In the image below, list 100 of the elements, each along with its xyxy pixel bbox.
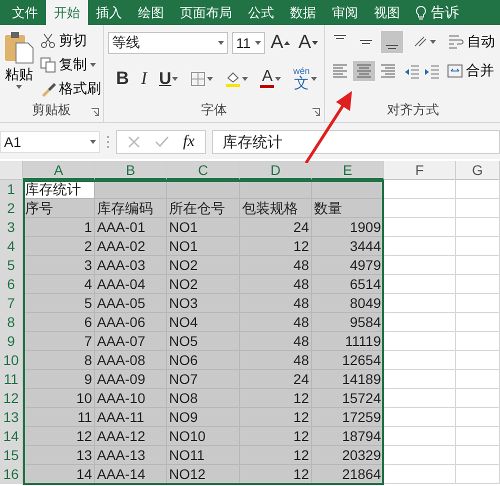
ribbon-tab[interactable]: 数据: [282, 0, 324, 25]
table-cell: AAA-01: [95, 218, 167, 237]
table-cell: 12: [240, 389, 312, 408]
name-box[interactable]: A1: [0, 131, 100, 153]
underline-button[interactable]: U: [157, 68, 180, 90]
align-right-icon: [379, 62, 397, 80]
table-cell: 8049: [312, 294, 384, 313]
font-size-field[interactable]: 11: [232, 32, 265, 54]
caret-icon: [254, 41, 261, 45]
row-header[interactable]: 5: [0, 256, 23, 275]
table-cell: AAA-05: [95, 294, 167, 313]
caret-icon: [218, 41, 224, 45]
insert-function-button[interactable]: fx: [183, 133, 195, 151]
font-color-button[interactable]: A: [258, 68, 284, 89]
table-cell: AAA-13: [95, 446, 167, 465]
table-cell: 24: [240, 218, 312, 237]
fill-color-button[interactable]: [223, 70, 250, 88]
empty-cell: [456, 446, 500, 465]
ribbon-tab[interactable]: 审阅: [324, 0, 366, 25]
paste-button[interactable]: 粘贴: [4, 31, 34, 100]
caret-icon: [242, 76, 248, 80]
row-header[interactable]: 13: [0, 408, 23, 427]
table-cell: AAA-02: [95, 237, 167, 256]
column-header[interactable]: A: [23, 161, 95, 180]
table-cell: 6: [23, 313, 95, 332]
row-header[interactable]: 12: [0, 389, 23, 408]
table-cell: 6514: [312, 275, 384, 294]
lightbulb-icon: [414, 4, 428, 20]
table-cell: 48: [240, 313, 312, 332]
ribbon-tab[interactable]: 公式: [240, 0, 282, 25]
row-header[interactable]: 1: [0, 180, 23, 199]
row-header[interactable]: 14: [0, 427, 23, 446]
row-header[interactable]: 6: [0, 275, 23, 294]
italic-button[interactable]: I: [139, 67, 149, 90]
column-header[interactable]: G: [456, 161, 500, 180]
column-header[interactable]: B: [95, 161, 167, 180]
table-cell: 12: [23, 427, 95, 446]
empty-cell: [456, 389, 500, 408]
table-cell: 数量: [312, 199, 384, 218]
table-cell: 12: [240, 237, 312, 256]
table-cell: AAA-04: [95, 275, 167, 294]
table-cell: 7: [23, 332, 95, 351]
ribbon-tab[interactable]: 开始: [46, 0, 88, 25]
dialog-launcher-icon[interactable]: [91, 108, 99, 116]
paint-bucket-icon: [225, 70, 242, 86]
table-cell: NO8: [167, 389, 240, 408]
empty-cell: [456, 313, 500, 332]
row-header[interactable]: 4: [0, 237, 23, 256]
indent-icon: [425, 62, 439, 80]
dialog-launcher-icon[interactable]: [312, 108, 320, 116]
align-center-button[interactable]: [353, 61, 375, 81]
borders-button[interactable]: [188, 70, 216, 88]
column-header[interactable]: F: [384, 161, 456, 180]
cut-button[interactable]: 剪切: [38, 31, 103, 51]
align-middle-icon: [360, 40, 372, 44]
caret-icon: [275, 76, 282, 80]
table-cell: 1909: [312, 218, 384, 237]
table-cell: 5: [23, 294, 95, 313]
column-header[interactable]: C: [167, 161, 240, 180]
group-label: 对齐方式: [387, 101, 439, 119]
format-painter-button[interactable]: 格式刷: [38, 79, 103, 99]
tell-me-text[interactable]: 告诉: [431, 4, 459, 22]
empty-cell: [456, 218, 500, 237]
row-header[interactable]: 16: [0, 465, 23, 484]
row-header[interactable]: 2: [0, 199, 23, 218]
table-cell: NO10: [167, 427, 240, 446]
formula-field[interactable]: 库存统计: [212, 130, 500, 154]
row-header[interactable]: 15: [0, 446, 23, 465]
ribbon-tab[interactable]: 绘图: [130, 0, 172, 25]
table-cell: NO7: [167, 370, 240, 389]
font-name-field[interactable]: 等线: [108, 32, 228, 54]
table-cell: 10: [23, 389, 95, 408]
shrink-font-button[interactable]: A: [296, 31, 320, 55]
empty-cell: [456, 275, 500, 294]
merge-icon: [447, 63, 463, 79]
bold-button[interactable]: B: [114, 67, 131, 90]
row-header[interactable]: 9: [0, 332, 23, 351]
phonetic-button[interactable]: wén 文: [291, 65, 319, 92]
table-cell: AAA-11: [95, 408, 167, 427]
empty-cell: [456, 199, 500, 218]
column-header[interactable]: D: [240, 161, 312, 180]
more-icon: [106, 135, 110, 149]
cancel-icon: [127, 135, 141, 149]
ribbon-tab[interactable]: 插入: [88, 0, 130, 25]
merge-center-button[interactable]: 合并: [445, 61, 496, 81]
align-bottom-button[interactable]: [381, 31, 403, 53]
grow-font-button[interactable]: A: [268, 31, 292, 55]
table-cell: 21864: [312, 465, 384, 484]
row-header[interactable]: 11: [0, 370, 23, 389]
ribbon-tab[interactable]: 视图: [366, 0, 408, 25]
ribbon-tab[interactable]: 页面布局: [172, 0, 240, 25]
row-header[interactable]: 3: [0, 218, 23, 237]
row-header[interactable]: 8: [0, 313, 23, 332]
row-header[interactable]: 7: [0, 294, 23, 313]
copy-button[interactable]: 复制: [38, 55, 103, 75]
table-cell: AAA-06: [95, 313, 167, 332]
row-header[interactable]: 10: [0, 351, 23, 370]
ribbon-tab[interactable]: 文件: [4, 0, 46, 25]
column-header[interactable]: E: [312, 161, 384, 180]
wrap-text-button[interactable]: 自动: [446, 32, 497, 52]
